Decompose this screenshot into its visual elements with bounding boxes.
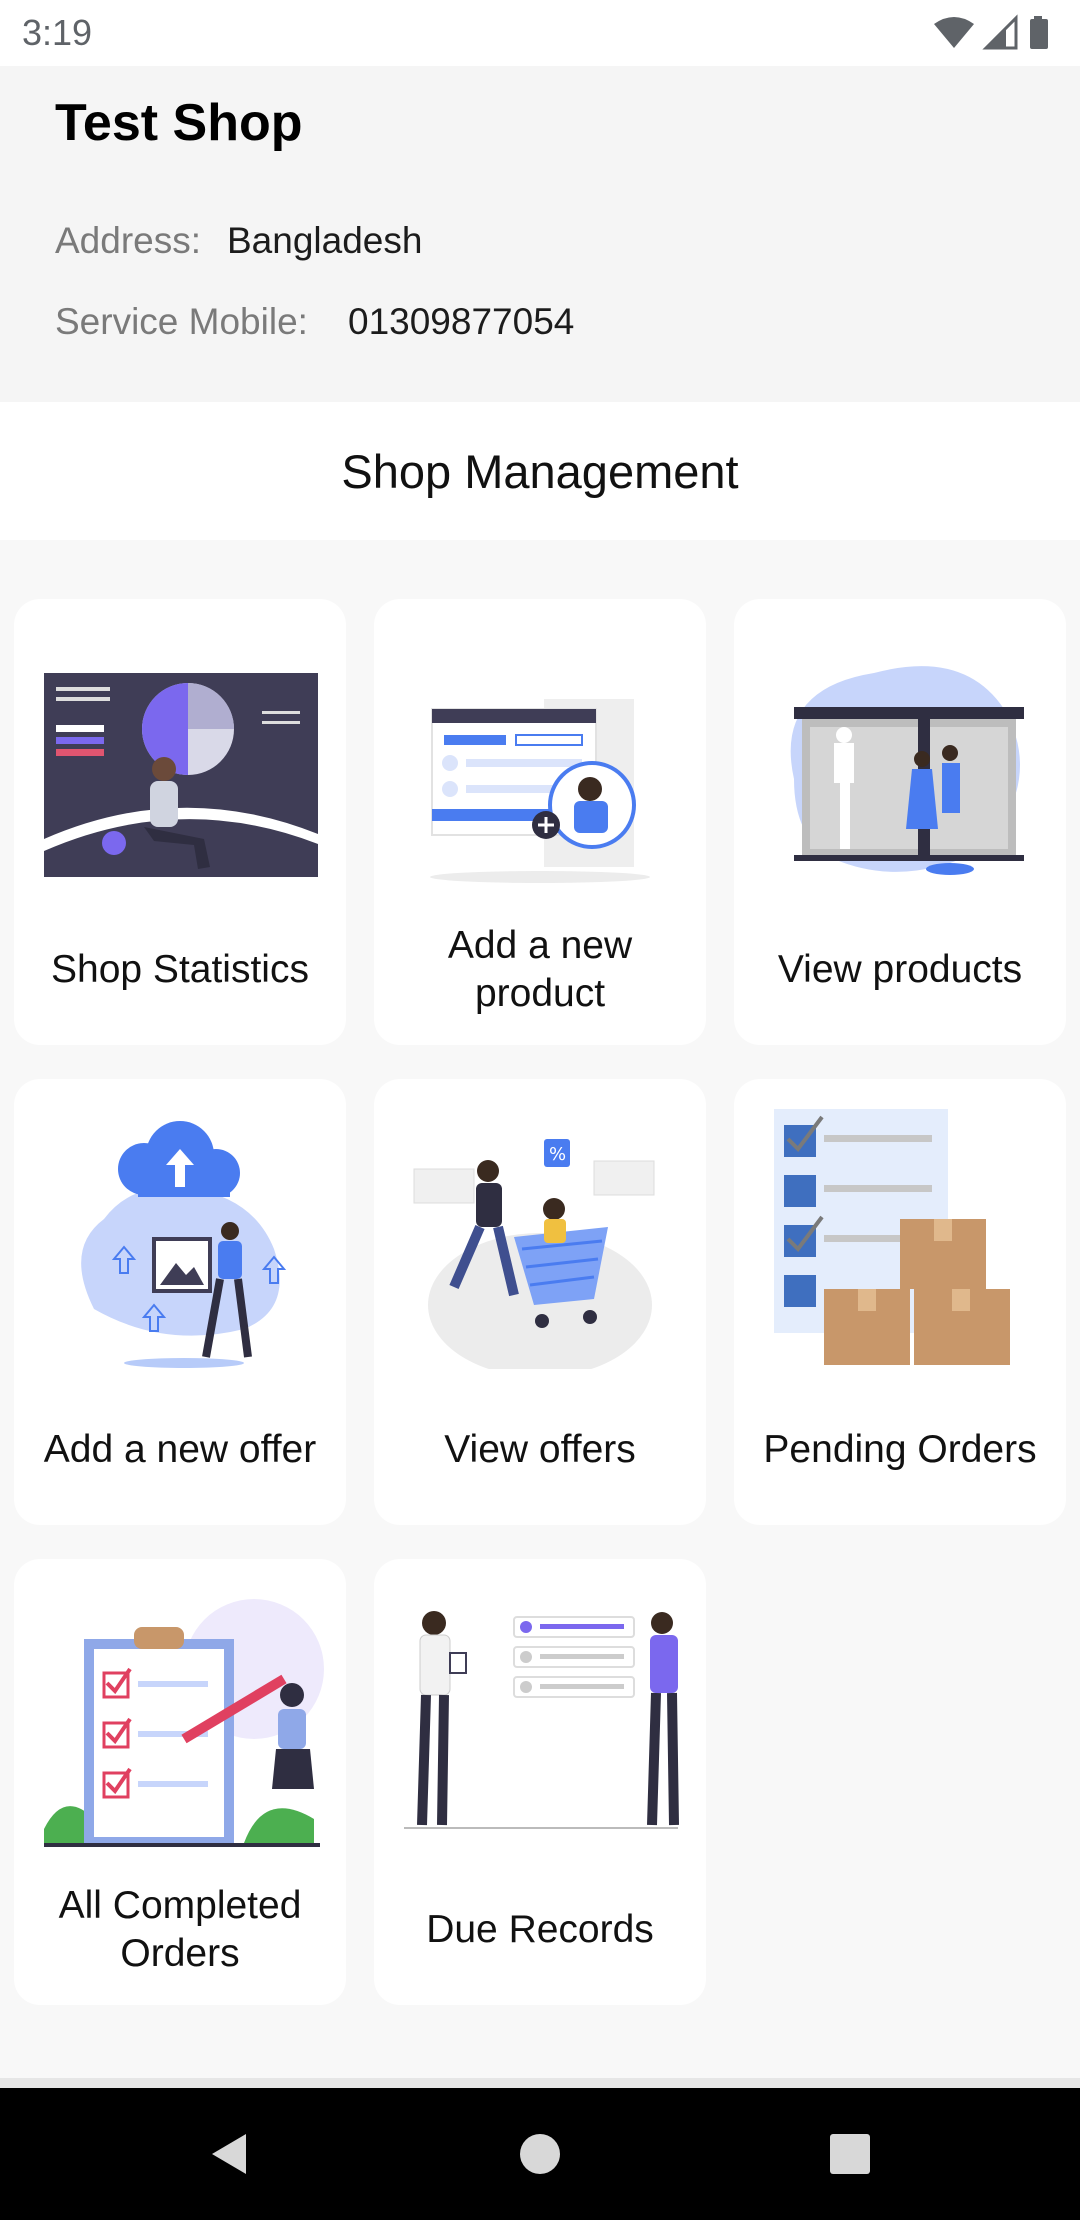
battery-icon [1030, 16, 1048, 49]
records-board-illustration-icon [404, 1611, 679, 1829]
card-label: View products [777, 948, 1023, 991]
section-title: Shop Management [341, 445, 739, 498]
card-view-offers[interactable]: % View offers [374, 1079, 706, 1525]
card-label: All Completed Orders [58, 1884, 302, 1975]
add-product-illustration-icon [430, 699, 650, 883]
card-shop-statistics[interactable]: Shop Statistics [14, 599, 346, 1045]
card-label: Pending Orders [763, 1428, 1037, 1471]
system-navigation-bar [0, 2088, 1080, 2220]
shop-name: Test Shop [55, 94, 303, 152]
address-value: Bangladesh [227, 220, 423, 261]
card-add-new-offer[interactable]: Add a new offer [14, 1079, 346, 1525]
upload-cloud-illustration-icon [81, 1121, 287, 1368]
card-add-new-product[interactable]: Add a new product [374, 599, 706, 1045]
checklist-boxes-illustration-icon [774, 1109, 1010, 1365]
svg-text:%: % [549, 1144, 566, 1165]
shop-info-header: Test Shop Address: Bangladesh Service Mo… [0, 66, 1080, 402]
service-mobile-value: 01309877054 [348, 301, 575, 342]
status-icons [934, 14, 1048, 50]
storefront-illustration-icon [790, 666, 1024, 875]
card-due-records[interactable]: Due Records [374, 1559, 706, 2005]
statistics-illustration-icon [44, 673, 318, 877]
status-bar: 3:19 [0, 0, 1080, 66]
status-time: 3:19 [22, 12, 93, 53]
signal-icon [982, 14, 1018, 50]
card-label: View offers [444, 1428, 636, 1471]
card-label: Shop Statistics [51, 948, 309, 991]
recents-icon[interactable] [814, 2118, 886, 2190]
content-bottom-edge [0, 2078, 1080, 2088]
card-label: Add a new offer [43, 1428, 317, 1471]
shopping-cart-illustration-icon: % [413, 1139, 655, 1369]
card-view-products[interactable]: View products [734, 599, 1066, 1045]
card-label: Add a new product [447, 924, 633, 1015]
home-icon[interactable] [504, 2118, 576, 2190]
back-icon[interactable] [192, 2118, 264, 2190]
address-label: Address: [55, 220, 202, 261]
service-mobile-label: Service Mobile: [55, 301, 308, 342]
section-header: Shop Management [0, 402, 1080, 540]
card-label: Due Records [426, 1908, 654, 1951]
card-all-completed-orders[interactable]: All Completed Orders [14, 1559, 346, 2005]
card-pending-orders[interactable]: Pending Orders [734, 1079, 1066, 1525]
clipboard-checklist-illustration-icon [44, 1599, 324, 1847]
wifi-icon [934, 17, 974, 48]
